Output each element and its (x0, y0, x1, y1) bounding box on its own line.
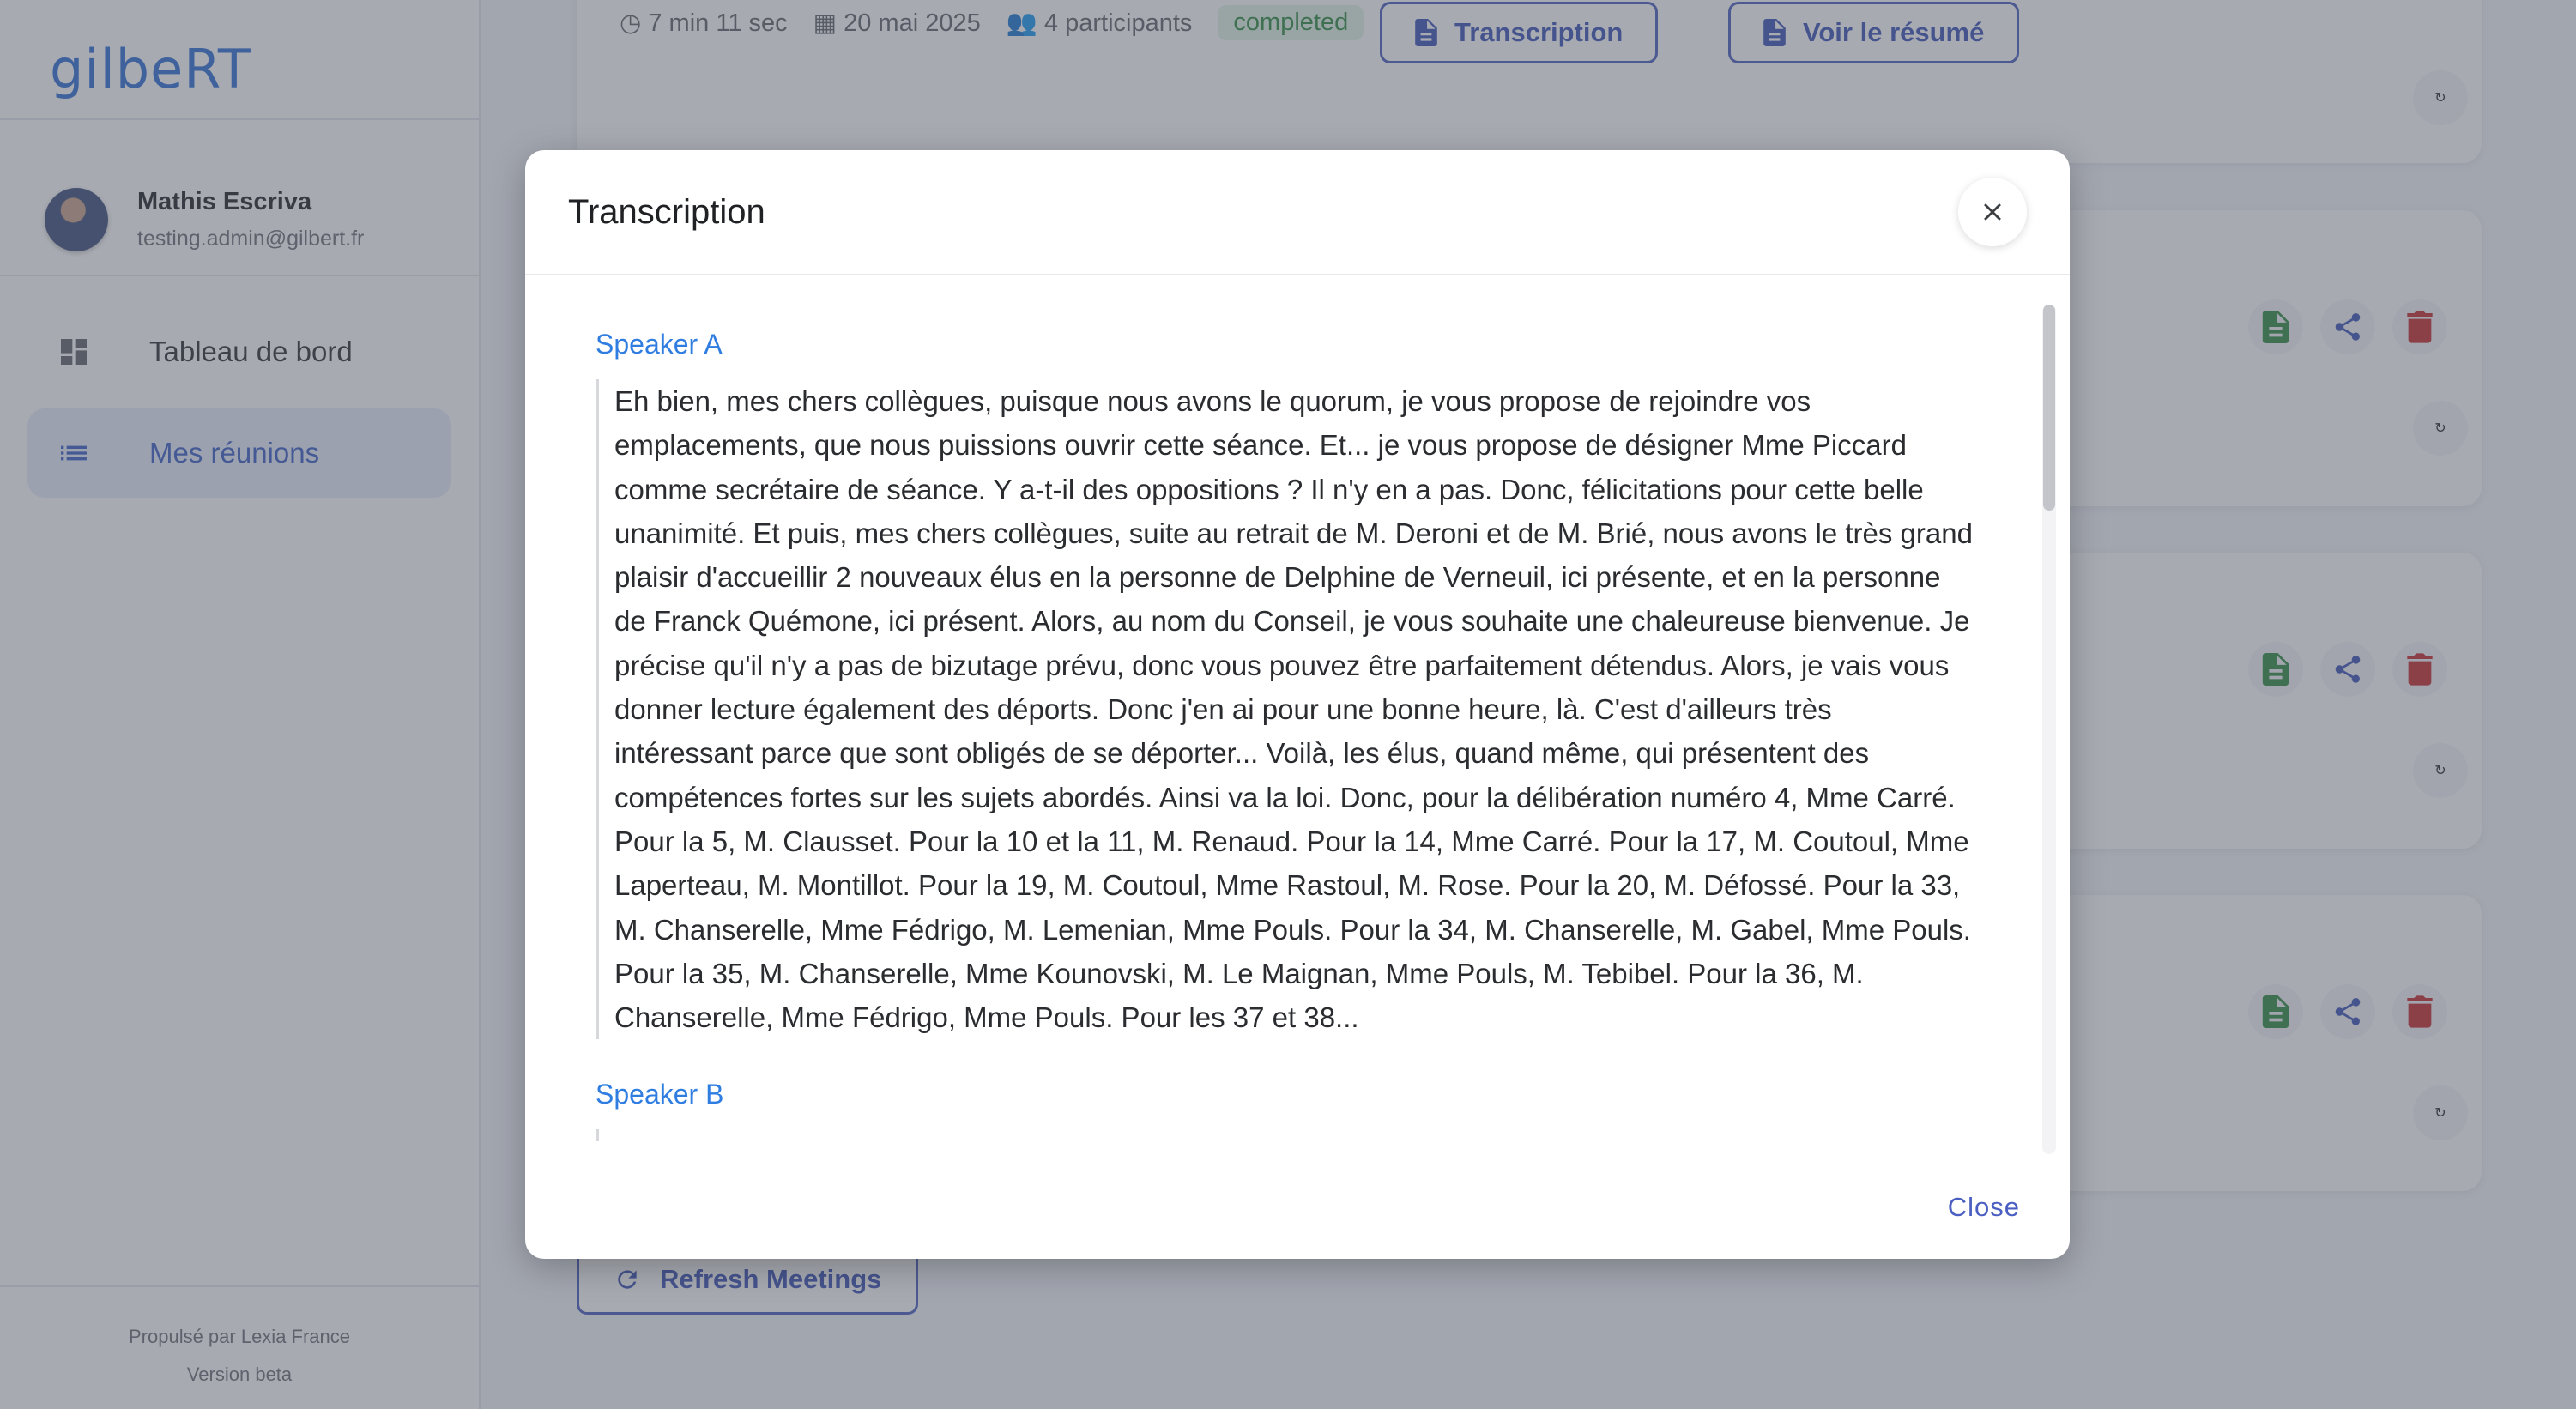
scrollbar-thumb[interactable] (2043, 305, 2055, 511)
speaker-label: Speaker B (596, 1079, 724, 1110)
close-icon (1984, 203, 2001, 221)
dialog-footer: Close (525, 1156, 2070, 1259)
speaker-label: Speaker A (596, 329, 723, 360)
close-text-button[interactable]: Close (1948, 1192, 2020, 1223)
close-button[interactable] (1958, 178, 2027, 246)
transcript-scroll-area[interactable]: Speaker A Eh bien, mes chers collègues, … (525, 277, 2070, 1156)
transcription-dialog: Transcription Speaker A Eh bien, mes che… (525, 150, 2070, 1259)
scrollbar[interactable] (2042, 305, 2056, 1154)
dialog-title: Transcription (568, 192, 765, 231)
dialog-header: Transcription (525, 150, 2070, 275)
speech-text (596, 1129, 1975, 1142)
speech-text: Eh bien, mes chers collègues, puisque no… (596, 379, 1975, 1040)
